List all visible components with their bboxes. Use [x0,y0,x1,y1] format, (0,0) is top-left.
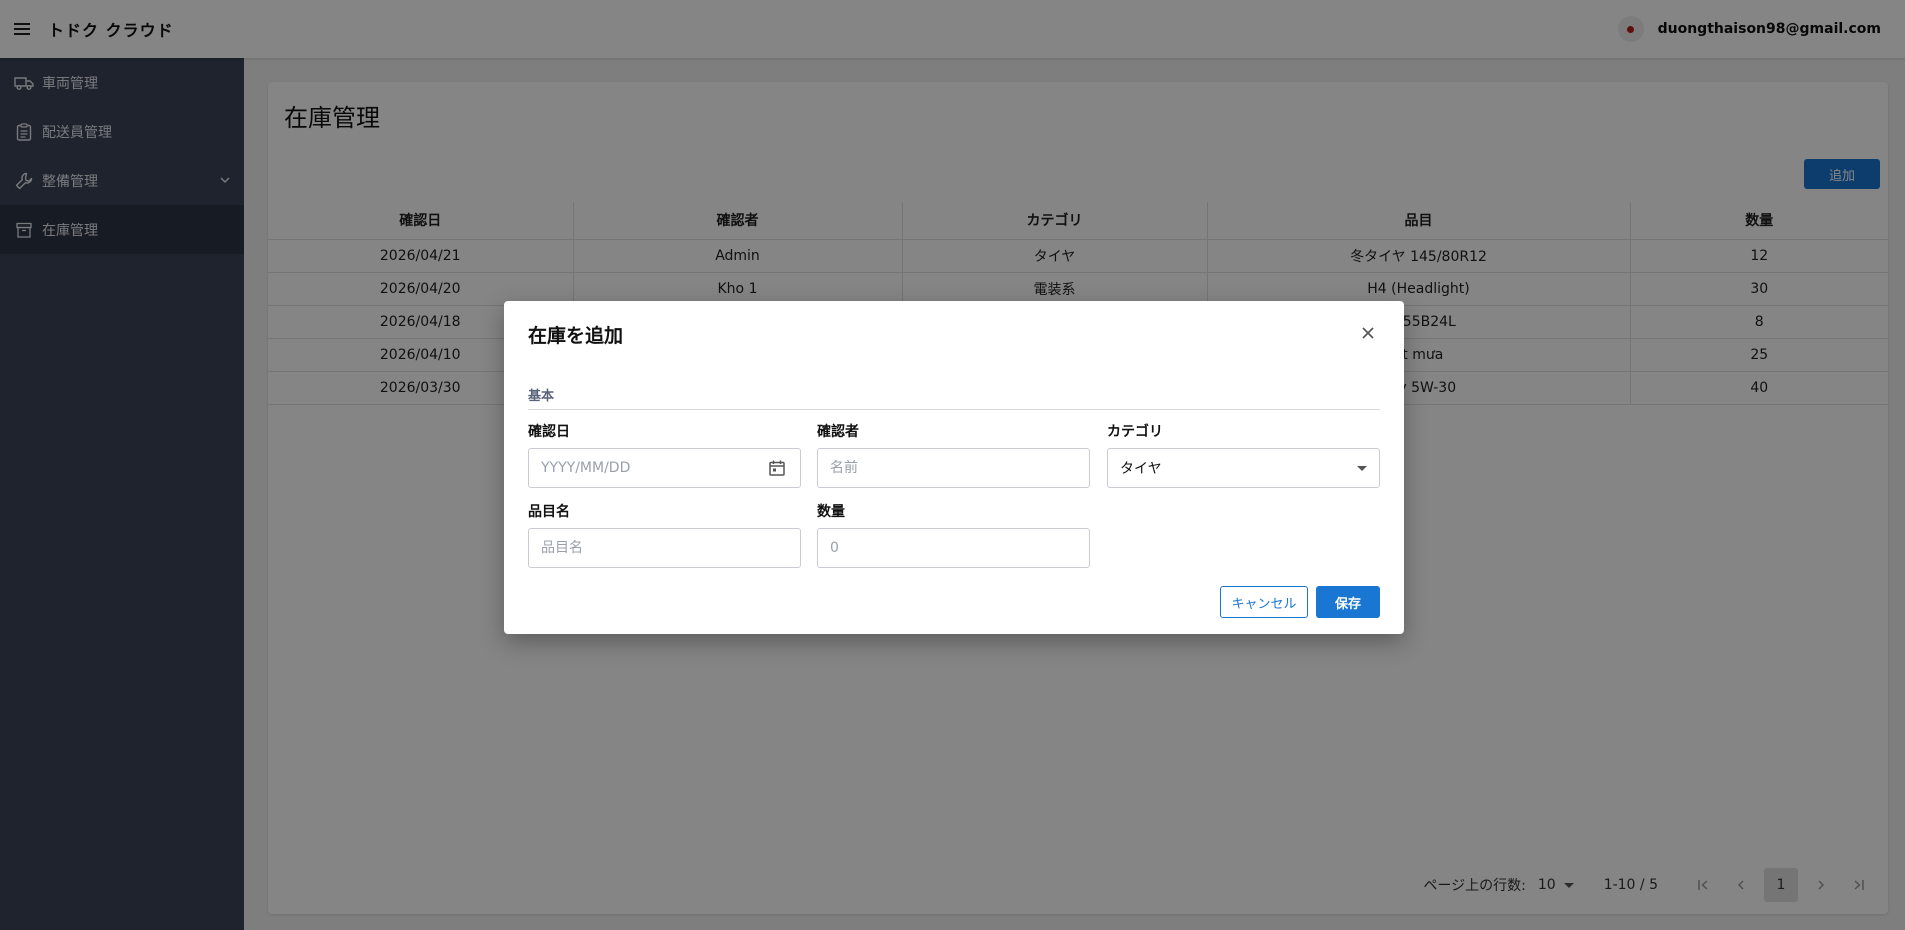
checker-label: 確認者 [817,424,859,440]
quantity-input[interactable] [830,540,1077,556]
dialog-title: 在庫を追加 [528,325,624,347]
section-label: 基本 [528,389,555,404]
caret-down-icon [1357,466,1367,471]
item-name-field: 品目名 [528,501,801,568]
add-inventory-dialog: 在庫を追加 基本 確認日 確認者 カテゴリ タイヤ 品目名 数量 [504,301,1404,634]
section-divider [528,409,1380,410]
dialog-actions: キャンセル 保存 [1220,586,1380,618]
item-name-input[interactable] [541,540,788,556]
checker-input[interactable] [830,460,1077,476]
date-label: 確認日 [528,424,570,440]
date-input[interactable] [541,460,788,476]
quantity-label: 数量 [817,504,845,520]
category-select[interactable]: タイヤ [1107,448,1380,488]
category-select-value: タイヤ [1120,461,1162,477]
quantity-field: 数量 [817,501,1090,568]
date-field: 確認日 [528,421,801,488]
close-icon[interactable] [1358,323,1378,343]
cancel-button[interactable]: キャンセル [1220,586,1308,618]
category-field: カテゴリ タイヤ [1107,421,1380,488]
item-name-label: 品目名 [528,504,570,520]
category-label: カテゴリ [1107,424,1163,440]
calendar-icon[interactable] [768,459,786,477]
checker-field: 確認者 [817,421,1090,488]
save-button[interactable]: 保存 [1316,586,1380,618]
